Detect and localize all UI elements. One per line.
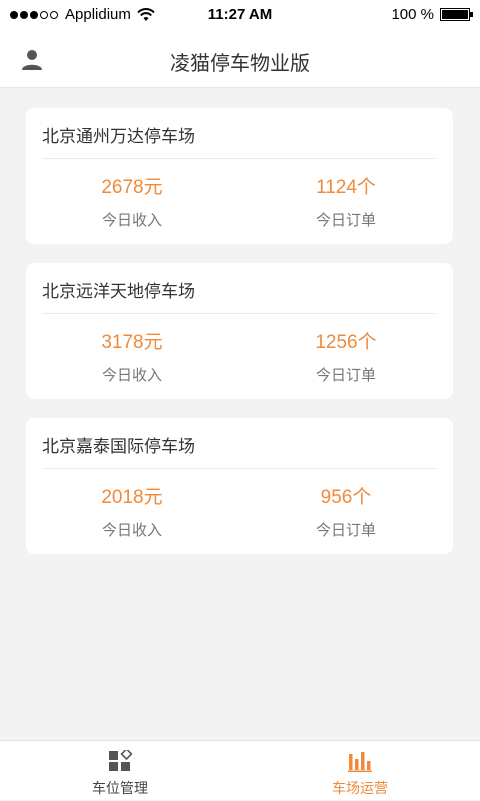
bar-chart-icon xyxy=(348,752,372,772)
income-stat: 2678元 今日收入 xyxy=(42,172,222,230)
parking-lot-card[interactable]: 北京通州万达停车场 2678元 今日收入 1124个 今日订单 xyxy=(26,108,453,244)
parking-lot-name: 北京远洋天地停车场 xyxy=(42,282,195,302)
tab-bar: 车位管理 车场运营 xyxy=(0,740,480,800)
navigation-bar: 凌猫停车物业版 xyxy=(0,30,480,88)
status-right: 100 % xyxy=(391,6,473,23)
income-stat: 2018元 今日收入 xyxy=(42,482,222,540)
income-value: 2678元 xyxy=(101,177,163,198)
income-label: 今日收入 xyxy=(101,521,162,539)
orders-label: 今日订单 xyxy=(315,211,376,229)
card-divider xyxy=(42,313,437,314)
tab-label: 车场运营 xyxy=(332,781,388,797)
income-label: 今日收入 xyxy=(101,366,162,384)
orders-value: 956个 xyxy=(320,487,372,508)
page-title: 凌猫停车物业版 xyxy=(170,51,310,75)
orders-value: 1124个 xyxy=(316,177,376,198)
tab-label: 车位管理 xyxy=(92,781,148,797)
tab-parking-operations[interactable]: 车场运营 xyxy=(240,741,480,801)
orders-stat: 1256个 今日订单 xyxy=(256,327,436,385)
orders-label: 今日订单 xyxy=(315,521,376,539)
status-bar: Applidium 11:27 AM 100 % xyxy=(0,0,480,30)
orders-stat: 1124个 今日订单 xyxy=(256,172,436,230)
grid-icon xyxy=(109,750,132,771)
parking-lot-name: 北京通州万达停车场 xyxy=(42,127,195,147)
card-divider xyxy=(42,158,437,159)
orders-value: 1256个 xyxy=(315,332,377,353)
income-value: 3178元 xyxy=(101,332,163,353)
income-value: 2018元 xyxy=(101,487,163,508)
tab-parking-space-management[interactable]: 车位管理 xyxy=(0,741,240,801)
orders-label: 今日订单 xyxy=(315,366,376,384)
battery-icon xyxy=(440,8,473,21)
parking-lot-list: 北京通州万达停车场 2678元 今日收入 1124个 今日订单 北京远洋天地停车… xyxy=(0,88,480,740)
parking-lot-name: 北京嘉泰国际停车场 xyxy=(42,437,195,457)
orders-stat: 956个 今日订单 xyxy=(256,482,436,540)
income-label: 今日收入 xyxy=(101,211,162,229)
parking-lot-card[interactable]: 北京嘉泰国际停车场 2018元 今日收入 956个 今日订单 xyxy=(26,418,453,554)
battery-percentage: 100 % xyxy=(391,6,434,23)
card-divider xyxy=(42,468,437,469)
parking-lot-card[interactable]: 北京远洋天地停车场 3178元 今日收入 1256个 今日订单 xyxy=(26,263,453,399)
income-stat: 3178元 今日收入 xyxy=(42,327,222,385)
